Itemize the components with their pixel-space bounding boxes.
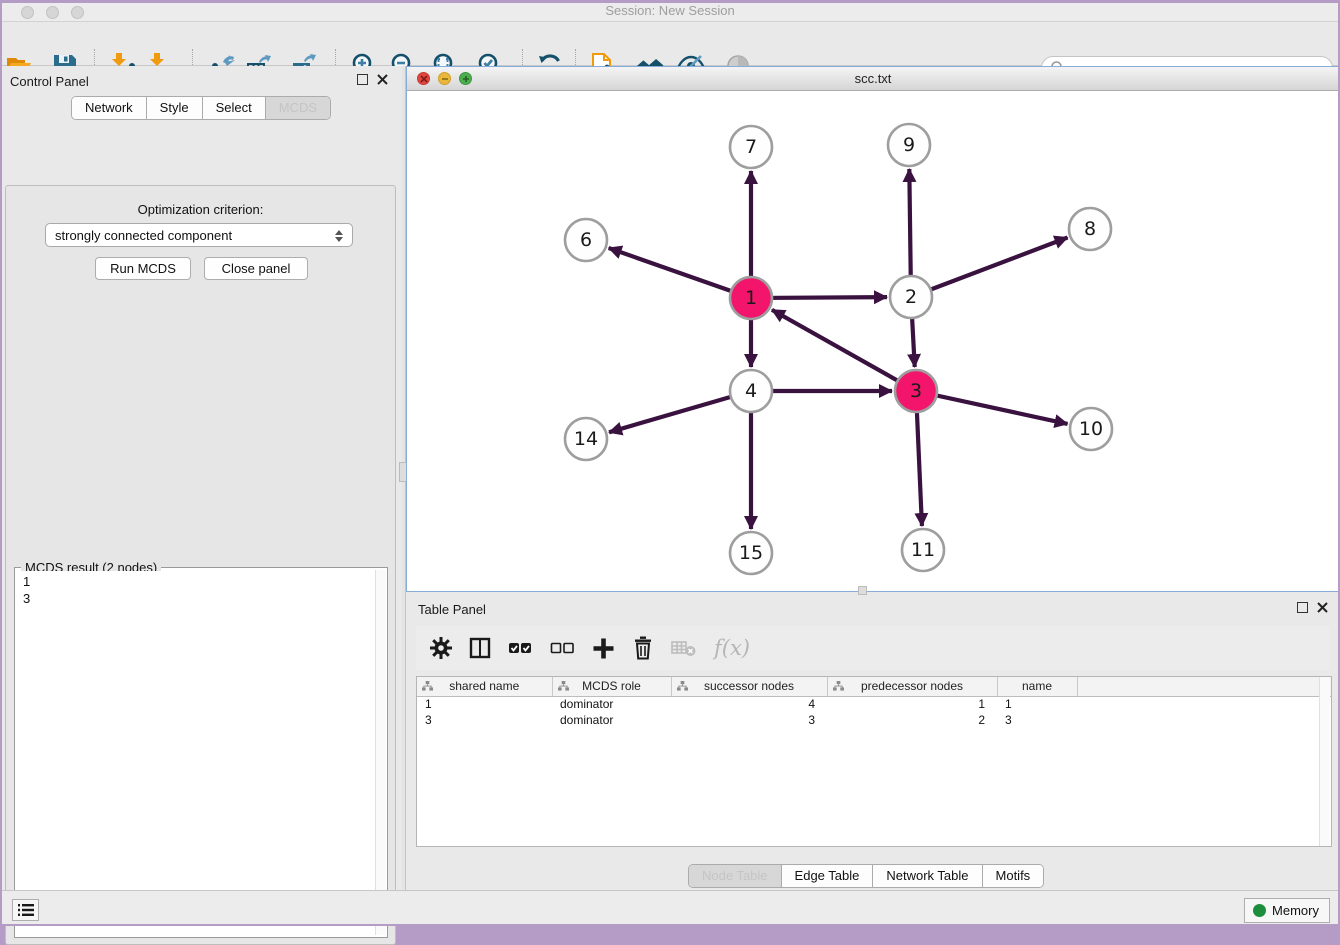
column-header-shared-name[interactable]: shared name <box>417 677 552 696</box>
tab-node-table[interactable]: Node Table <box>689 865 782 887</box>
memory-status-icon <box>1253 904 1266 917</box>
network-window-title: scc.txt <box>407 71 1339 86</box>
node-9[interactable]: 9 <box>888 124 930 166</box>
horizontal-splitter-handle[interactable] <box>858 586 867 595</box>
node-3[interactable]: 3 <box>895 370 937 412</box>
table-row[interactable]: 3dominator323 <box>417 712 1331 728</box>
network-window-titlebar[interactable]: scc.txt <box>407 67 1339 91</box>
tab-style[interactable]: Style <box>147 97 203 119</box>
tab-motifs[interactable]: Motifs <box>983 865 1044 887</box>
table-panel-title: Table Panel <box>418 602 486 617</box>
close-panel-icon[interactable] <box>377 74 388 85</box>
mcds-result-text[interactable]: 1 3 <box>17 571 374 935</box>
node-2[interactable]: 2 <box>890 276 932 318</box>
delete-column-icon[interactable] <box>632 636 654 660</box>
main-toolbar <box>0 22 1340 66</box>
status-bar: Memory <box>0 890 1340 926</box>
tab-network-table[interactable]: Network Table <box>873 865 982 887</box>
column-type-icon <box>833 681 844 692</box>
svg-text:6: 6 <box>580 229 592 251</box>
network-graph[interactable]: 7 9 6 8 1 2 4 3 14 10 15 11 <box>407 91 1339 591</box>
column-header-MCDS-role[interactable]: MCDS role <box>552 677 671 696</box>
svg-text:14: 14 <box>574 428 598 450</box>
tab-select[interactable]: Select <box>203 97 266 119</box>
dropdown-value: strongly connected component <box>55 228 232 243</box>
mcds-panel: Optimization criterion: strongly connect… <box>5 185 396 945</box>
svg-text:15: 15 <box>739 542 763 564</box>
network-canvas[interactable]: 7 9 6 8 1 2 4 3 14 10 15 11 <box>407 91 1339 591</box>
show-columns-icon[interactable] <box>469 637 491 659</box>
column-header-successor-nodes[interactable]: successor nodes <box>671 677 827 696</box>
svg-text:7: 7 <box>745 136 757 158</box>
svg-text:9: 9 <box>903 134 915 156</box>
float-panel-icon[interactable] <box>357 74 368 85</box>
function-builder-disabled-icon: f(x) <box>714 636 750 660</box>
table-toolbar: f(x) <box>416 626 1330 670</box>
svg-text:10: 10 <box>1079 418 1103 440</box>
add-column-icon[interactable] <box>592 637 615 660</box>
mcds-result-groupbox: MCDS result (2 nodes) 1 3 <box>14 567 388 938</box>
deselect-all-icon[interactable] <box>550 637 575 659</box>
close-table-panel-icon[interactable] <box>1317 602 1328 613</box>
edge-2-8[interactable] <box>911 238 1068 297</box>
table-panel: Table Panel f(x) shared nameMCDS rolesuc… <box>406 596 1340 892</box>
select-all-icon[interactable] <box>508 637 533 659</box>
control-panel-title: Control Panel <box>10 74 89 89</box>
column-header-name[interactable]: name <box>997 677 1077 696</box>
node-10[interactable]: 10 <box>1070 408 1112 450</box>
control-panel: Control Panel NetworkStyleSelectMCDS Opt… <box>0 66 402 892</box>
column-type-icon <box>677 681 688 692</box>
node-8[interactable]: 8 <box>1069 208 1111 250</box>
edge-3-10[interactable] <box>916 391 1068 424</box>
memory-button[interactable]: Memory <box>1244 898 1330 923</box>
tab-edge-table[interactable]: Edge Table <box>782 865 874 887</box>
table-row[interactable]: 1dominator411 <box>417 696 1331 712</box>
node-1[interactable]: 1 <box>730 277 772 319</box>
settings-gear-icon[interactable] <box>430 637 452 659</box>
node-table: shared nameMCDS rolesuccessor nodesprede… <box>416 676 1332 847</box>
result-scrollbar[interactable] <box>375 570 386 935</box>
tab-mcds[interactable]: MCDS <box>266 97 330 119</box>
network-view-window: scc.txt 7 9 6 8 1 2 4 3 14 10 15 11 <box>406 66 1340 592</box>
memory-label: Memory <box>1272 903 1319 918</box>
task-history-button[interactable] <box>12 899 39 921</box>
svg-text:2: 2 <box>905 286 917 308</box>
column-header-predecessor-nodes[interactable]: predecessor nodes <box>827 677 997 696</box>
delete-table-disabled-icon <box>671 638 697 658</box>
node-4[interactable]: 4 <box>730 370 772 412</box>
run-mcds-button[interactable]: Run MCDS <box>95 257 191 280</box>
control-panel-tabs: NetworkStyleSelectMCDS <box>71 96 331 120</box>
edge-1-6[interactable] <box>609 248 751 298</box>
session-title: Session: New Session <box>0 3 1340 18</box>
svg-text:1: 1 <box>745 287 757 309</box>
svg-text:3: 3 <box>910 380 922 402</box>
node-6[interactable]: 6 <box>565 219 607 261</box>
node-15[interactable]: 15 <box>730 532 772 574</box>
node-11[interactable]: 11 <box>902 529 944 571</box>
list-icon <box>18 903 34 917</box>
float-table-panel-icon[interactable] <box>1297 602 1308 613</box>
main-titlebar: Session: New Session <box>0 0 1340 22</box>
close-panel-button[interactable]: Close panel <box>204 257 308 280</box>
column-type-icon <box>558 681 569 692</box>
tab-network[interactable]: Network <box>72 97 147 119</box>
edge-3-1[interactable] <box>772 310 916 391</box>
column-type-icon <box>422 681 433 692</box>
optimization-criterion-dropdown[interactable]: strongly connected component <box>45 223 353 247</box>
svg-text:8: 8 <box>1084 218 1096 240</box>
dropdown-spinner-icon <box>333 227 345 245</box>
node-7[interactable]: 7 <box>730 126 772 168</box>
table-tabs: Node TableEdge TableNetwork TableMotifs <box>688 864 1044 888</box>
table-scrollbar[interactable] <box>1319 677 1330 846</box>
svg-text:4: 4 <box>745 380 757 402</box>
application-window: Session: New Session <box>0 0 1340 926</box>
optimization-criterion-label: Optimization criterion: <box>6 202 395 217</box>
node-14[interactable]: 14 <box>565 418 607 460</box>
svg-text:11: 11 <box>911 539 935 561</box>
